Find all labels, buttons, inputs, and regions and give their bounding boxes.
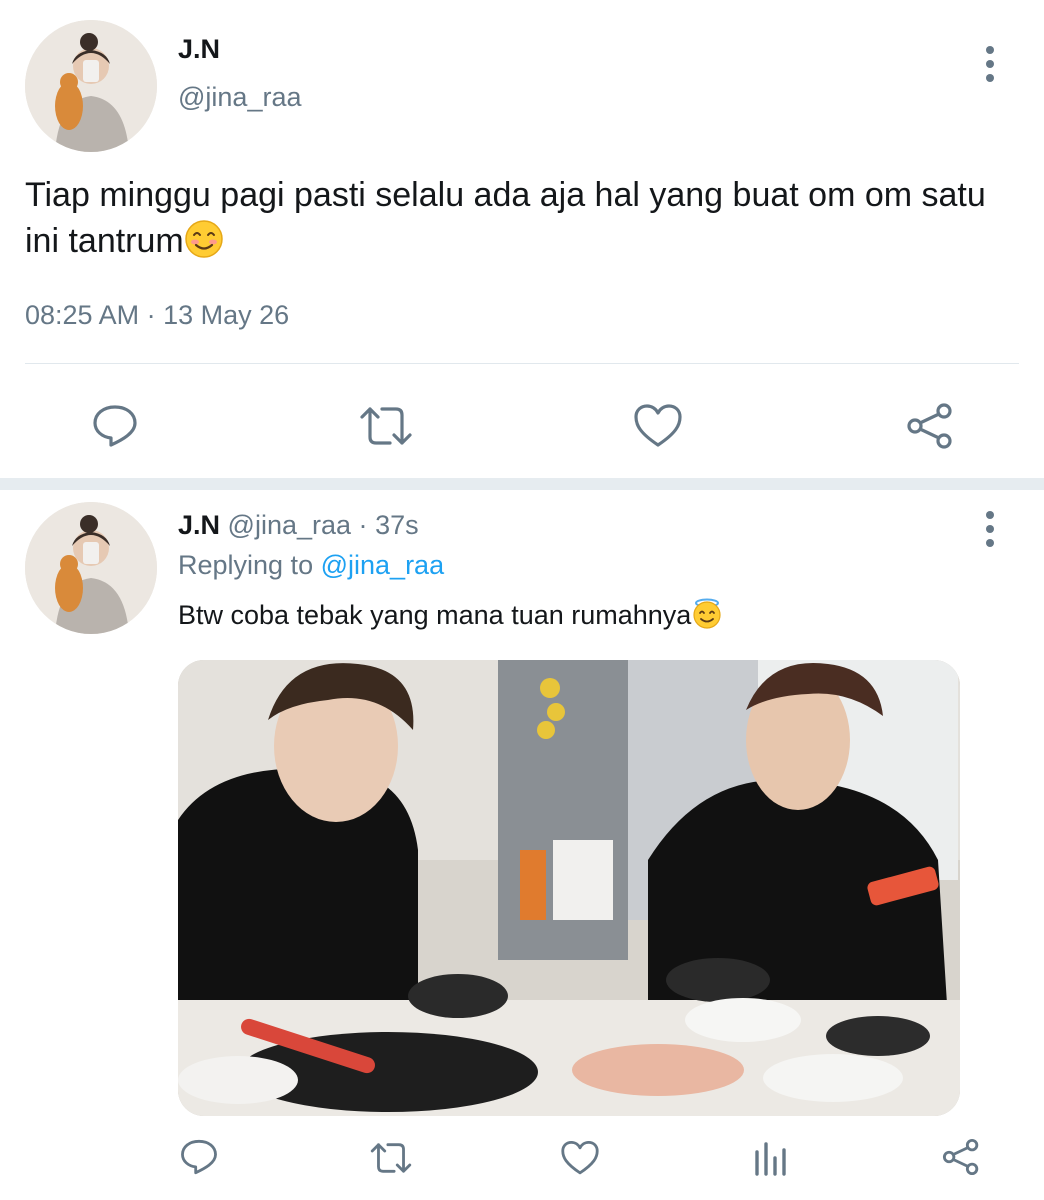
display-name[interactable]: J.N [178, 510, 220, 540]
handle[interactable]: @jina_raa [228, 510, 351, 540]
avatar[interactable] [25, 502, 157, 634]
thread-separator [0, 478, 1044, 490]
tweet-media-image[interactable] [178, 660, 960, 1116]
more-options-icon[interactable] [980, 46, 1000, 82]
meta-dot: · [146, 300, 156, 330]
tweet-date: 13 May 26 [163, 300, 290, 330]
share-icon[interactable] [906, 403, 954, 449]
replying-to-label: Replying to [178, 550, 314, 580]
tweet-text-body: Tiap minggu pagi pasti selalu ada aja ha… [25, 176, 986, 260]
tweet-text: Tiap minggu pagi pasti selalu ada aja ha… [25, 172, 1015, 264]
handle[interactable]: @jina_raa [178, 82, 301, 113]
avatar[interactable] [25, 20, 157, 152]
smiling-face-with-halo-icon [691, 597, 723, 629]
replying-to-handle[interactable]: @jina_raa [321, 550, 444, 580]
replying-to: Replying to @jina_raa [178, 550, 444, 581]
like-icon[interactable] [561, 1140, 599, 1176]
tweet-timestamp[interactable]: 08:25 AM · 13 May 26 [25, 300, 289, 331]
tweet-text: Btw coba tebak yang mana tuan rumahnya [178, 597, 723, 631]
divider [25, 363, 1019, 364]
reply-icon[interactable] [180, 1138, 218, 1176]
like-icon[interactable] [634, 403, 682, 449]
more-options-icon[interactable] [980, 511, 1000, 547]
reply-header: J.N @jina_raa · 37s [178, 510, 419, 541]
retweet-icon[interactable] [358, 403, 414, 449]
analytics-icon[interactable] [752, 1140, 788, 1176]
meta-dot: · [358, 510, 368, 540]
tweet-text-body: Btw coba tebak yang mana tuan rumahnya [178, 600, 692, 630]
retweet-icon[interactable] [369, 1140, 413, 1176]
share-icon[interactable] [942, 1138, 980, 1176]
display-name[interactable]: J.N [178, 34, 220, 65]
smiling-face-icon [184, 219, 224, 259]
tweet-age[interactable]: 37s [375, 510, 419, 540]
tweet-time: 08:25 AM [25, 300, 140, 330]
reply-icon[interactable] [92, 403, 138, 449]
